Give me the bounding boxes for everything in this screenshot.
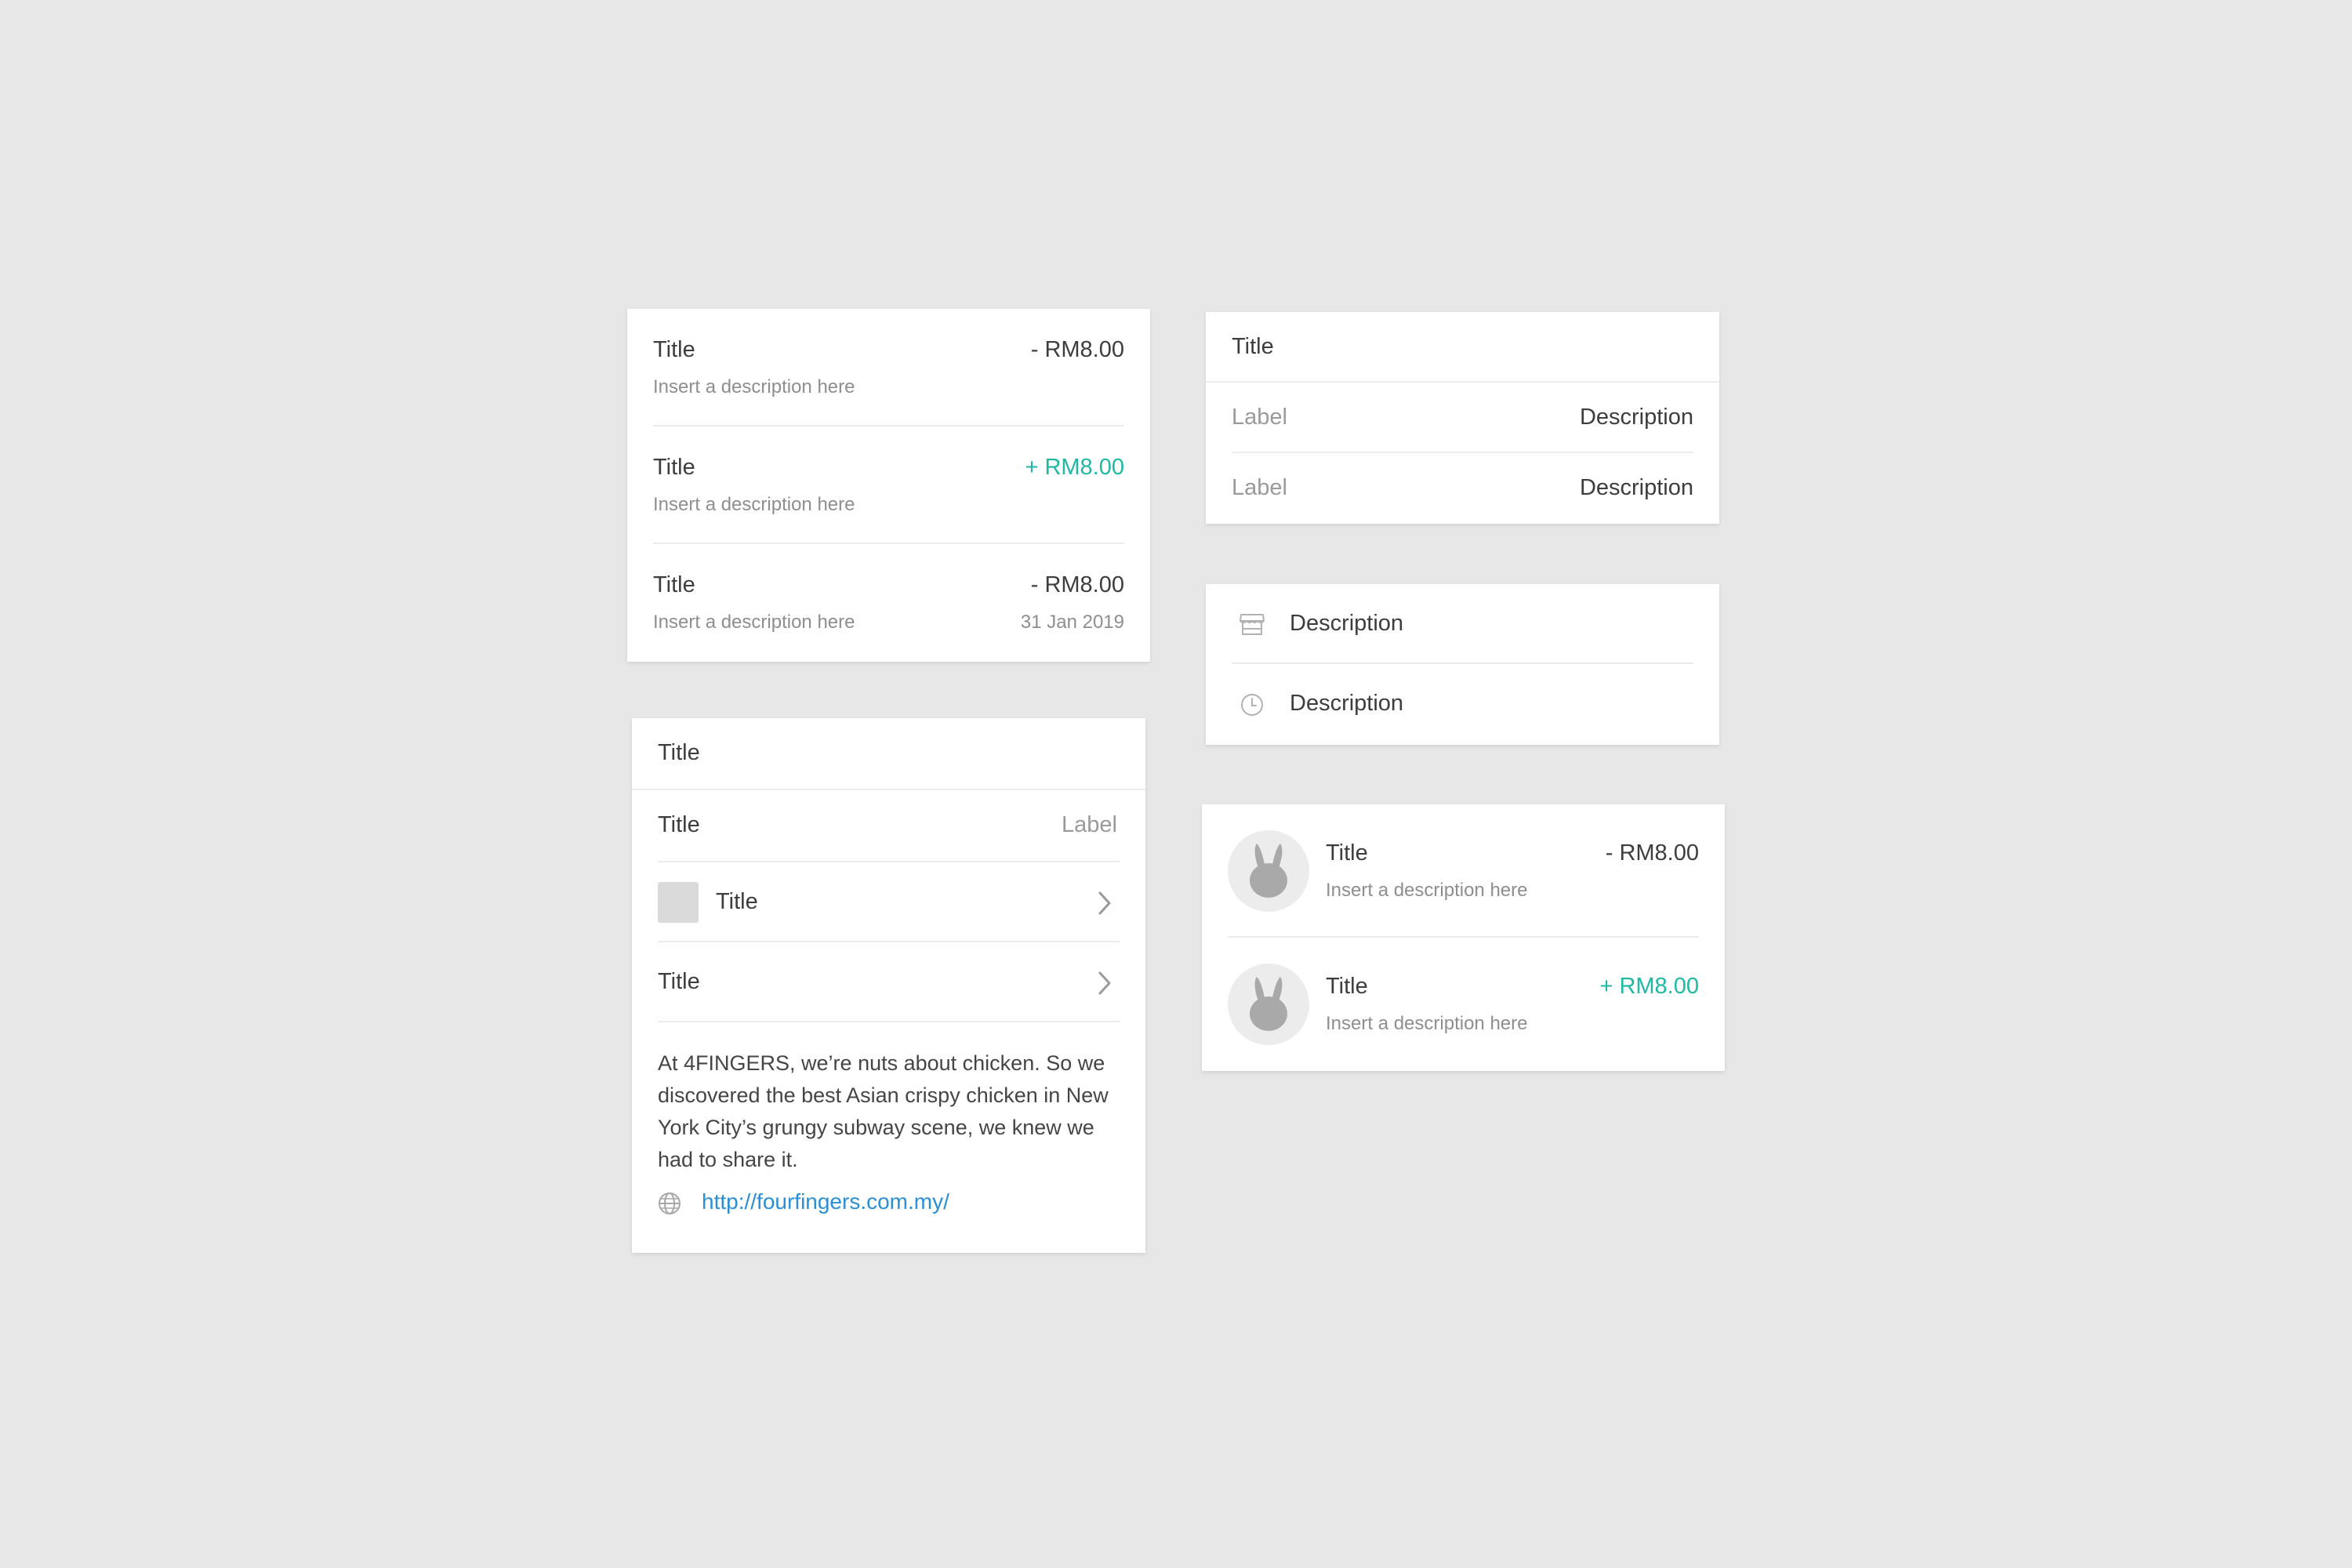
- chevron-right-icon[interactable]: [1097, 971, 1112, 996]
- row-label: Label: [1062, 812, 1117, 837]
- transaction-title: Title: [1326, 974, 1368, 999]
- transactions-card: Title Insert a description here - RM8.00…: [627, 309, 1150, 662]
- card-header: Title: [632, 718, 1145, 790]
- label-value-row: Label Description: [1206, 453, 1719, 524]
- website-link[interactable]: http://fourfingers.com.my/: [702, 1189, 949, 1214]
- transaction-amount: + RM8.00: [1025, 455, 1124, 480]
- store-icon: [1240, 614, 1265, 635]
- chevron-right-icon[interactable]: [1097, 891, 1112, 916]
- about-paragraph: At 4FINGERS, we’re nuts about chicken. S…: [658, 1051, 1109, 1171]
- icon-list-row: Description: [1206, 584, 1719, 664]
- row-value: Description: [1579, 475, 1693, 500]
- row-title: Title: [658, 969, 700, 994]
- transaction-title: Title: [653, 337, 695, 362]
- about-section: At 4FINGERS, we’re nuts about chicken. S…: [632, 1022, 1145, 1253]
- globe-icon: [659, 1192, 681, 1214]
- avatar-transaction-row[interactable]: Title Insert a description here - RM8.00: [1202, 804, 1725, 938]
- row-value: Description: [1579, 405, 1693, 430]
- row-text: Description: [1290, 611, 1404, 636]
- transaction-description: Insert a description here: [1326, 1013, 1528, 1034]
- title-label-row[interactable]: Title Label: [632, 790, 1145, 862]
- rabbit-avatar-icon: [1228, 830, 1309, 912]
- transaction-row[interactable]: Title Insert a description here - RM8.00…: [627, 544, 1150, 662]
- transaction-title: Title: [1326, 840, 1368, 866]
- card-header: Title: [1206, 312, 1719, 383]
- transaction-title: Title: [653, 455, 695, 480]
- detail-card: Title Title Label Title Title At 4FINGER…: [632, 718, 1145, 1253]
- avatar-transaction-row[interactable]: Title Insert a description here + RM8.00: [1202, 938, 1725, 1071]
- thumbnail-placeholder: [658, 882, 699, 923]
- transaction-row[interactable]: Title Insert a description here - RM8.00: [627, 309, 1150, 426]
- transaction-row[interactable]: Title Insert a description here + RM8.00: [627, 426, 1150, 544]
- row-label: Label: [1232, 405, 1287, 430]
- row-title: Title: [658, 812, 700, 837]
- clock-icon: [1241, 694, 1263, 716]
- row-text: Description: [1290, 691, 1404, 716]
- transaction-amount: + RM8.00: [1599, 974, 1699, 999]
- thumbnail-nav-row[interactable]: Title: [632, 862, 1145, 942]
- label-value-row: Label Description: [1206, 383, 1719, 453]
- transaction-amount: - RM8.00: [1030, 572, 1124, 597]
- icon-list-row: Description: [1206, 664, 1719, 744]
- transaction-description: Insert a description here: [653, 612, 855, 633]
- label-card: Title Label Description Label Descriptio…: [1206, 312, 1719, 524]
- transaction-amount: - RM8.00: [1605, 840, 1699, 866]
- avatar-transactions-card: Title Insert a description here - RM8.00…: [1202, 804, 1725, 1071]
- transaction-description: Insert a description here: [653, 376, 855, 397]
- card-header-title: Title: [1232, 334, 1274, 359]
- transaction-title: Title: [653, 572, 695, 597]
- rabbit-avatar-icon: [1228, 964, 1309, 1045]
- row-label: Label: [1232, 475, 1287, 500]
- transaction-amount: - RM8.00: [1030, 337, 1124, 362]
- transaction-description: Insert a description here: [653, 494, 855, 515]
- transaction-date: 31 Jan 2019: [1020, 612, 1124, 633]
- nav-row[interactable]: Title: [632, 942, 1145, 1022]
- transaction-description: Insert a description here: [1326, 880, 1528, 901]
- icon-list-card: Description Description: [1206, 584, 1719, 745]
- row-title: Title: [716, 889, 758, 914]
- card-header-title: Title: [658, 740, 700, 765]
